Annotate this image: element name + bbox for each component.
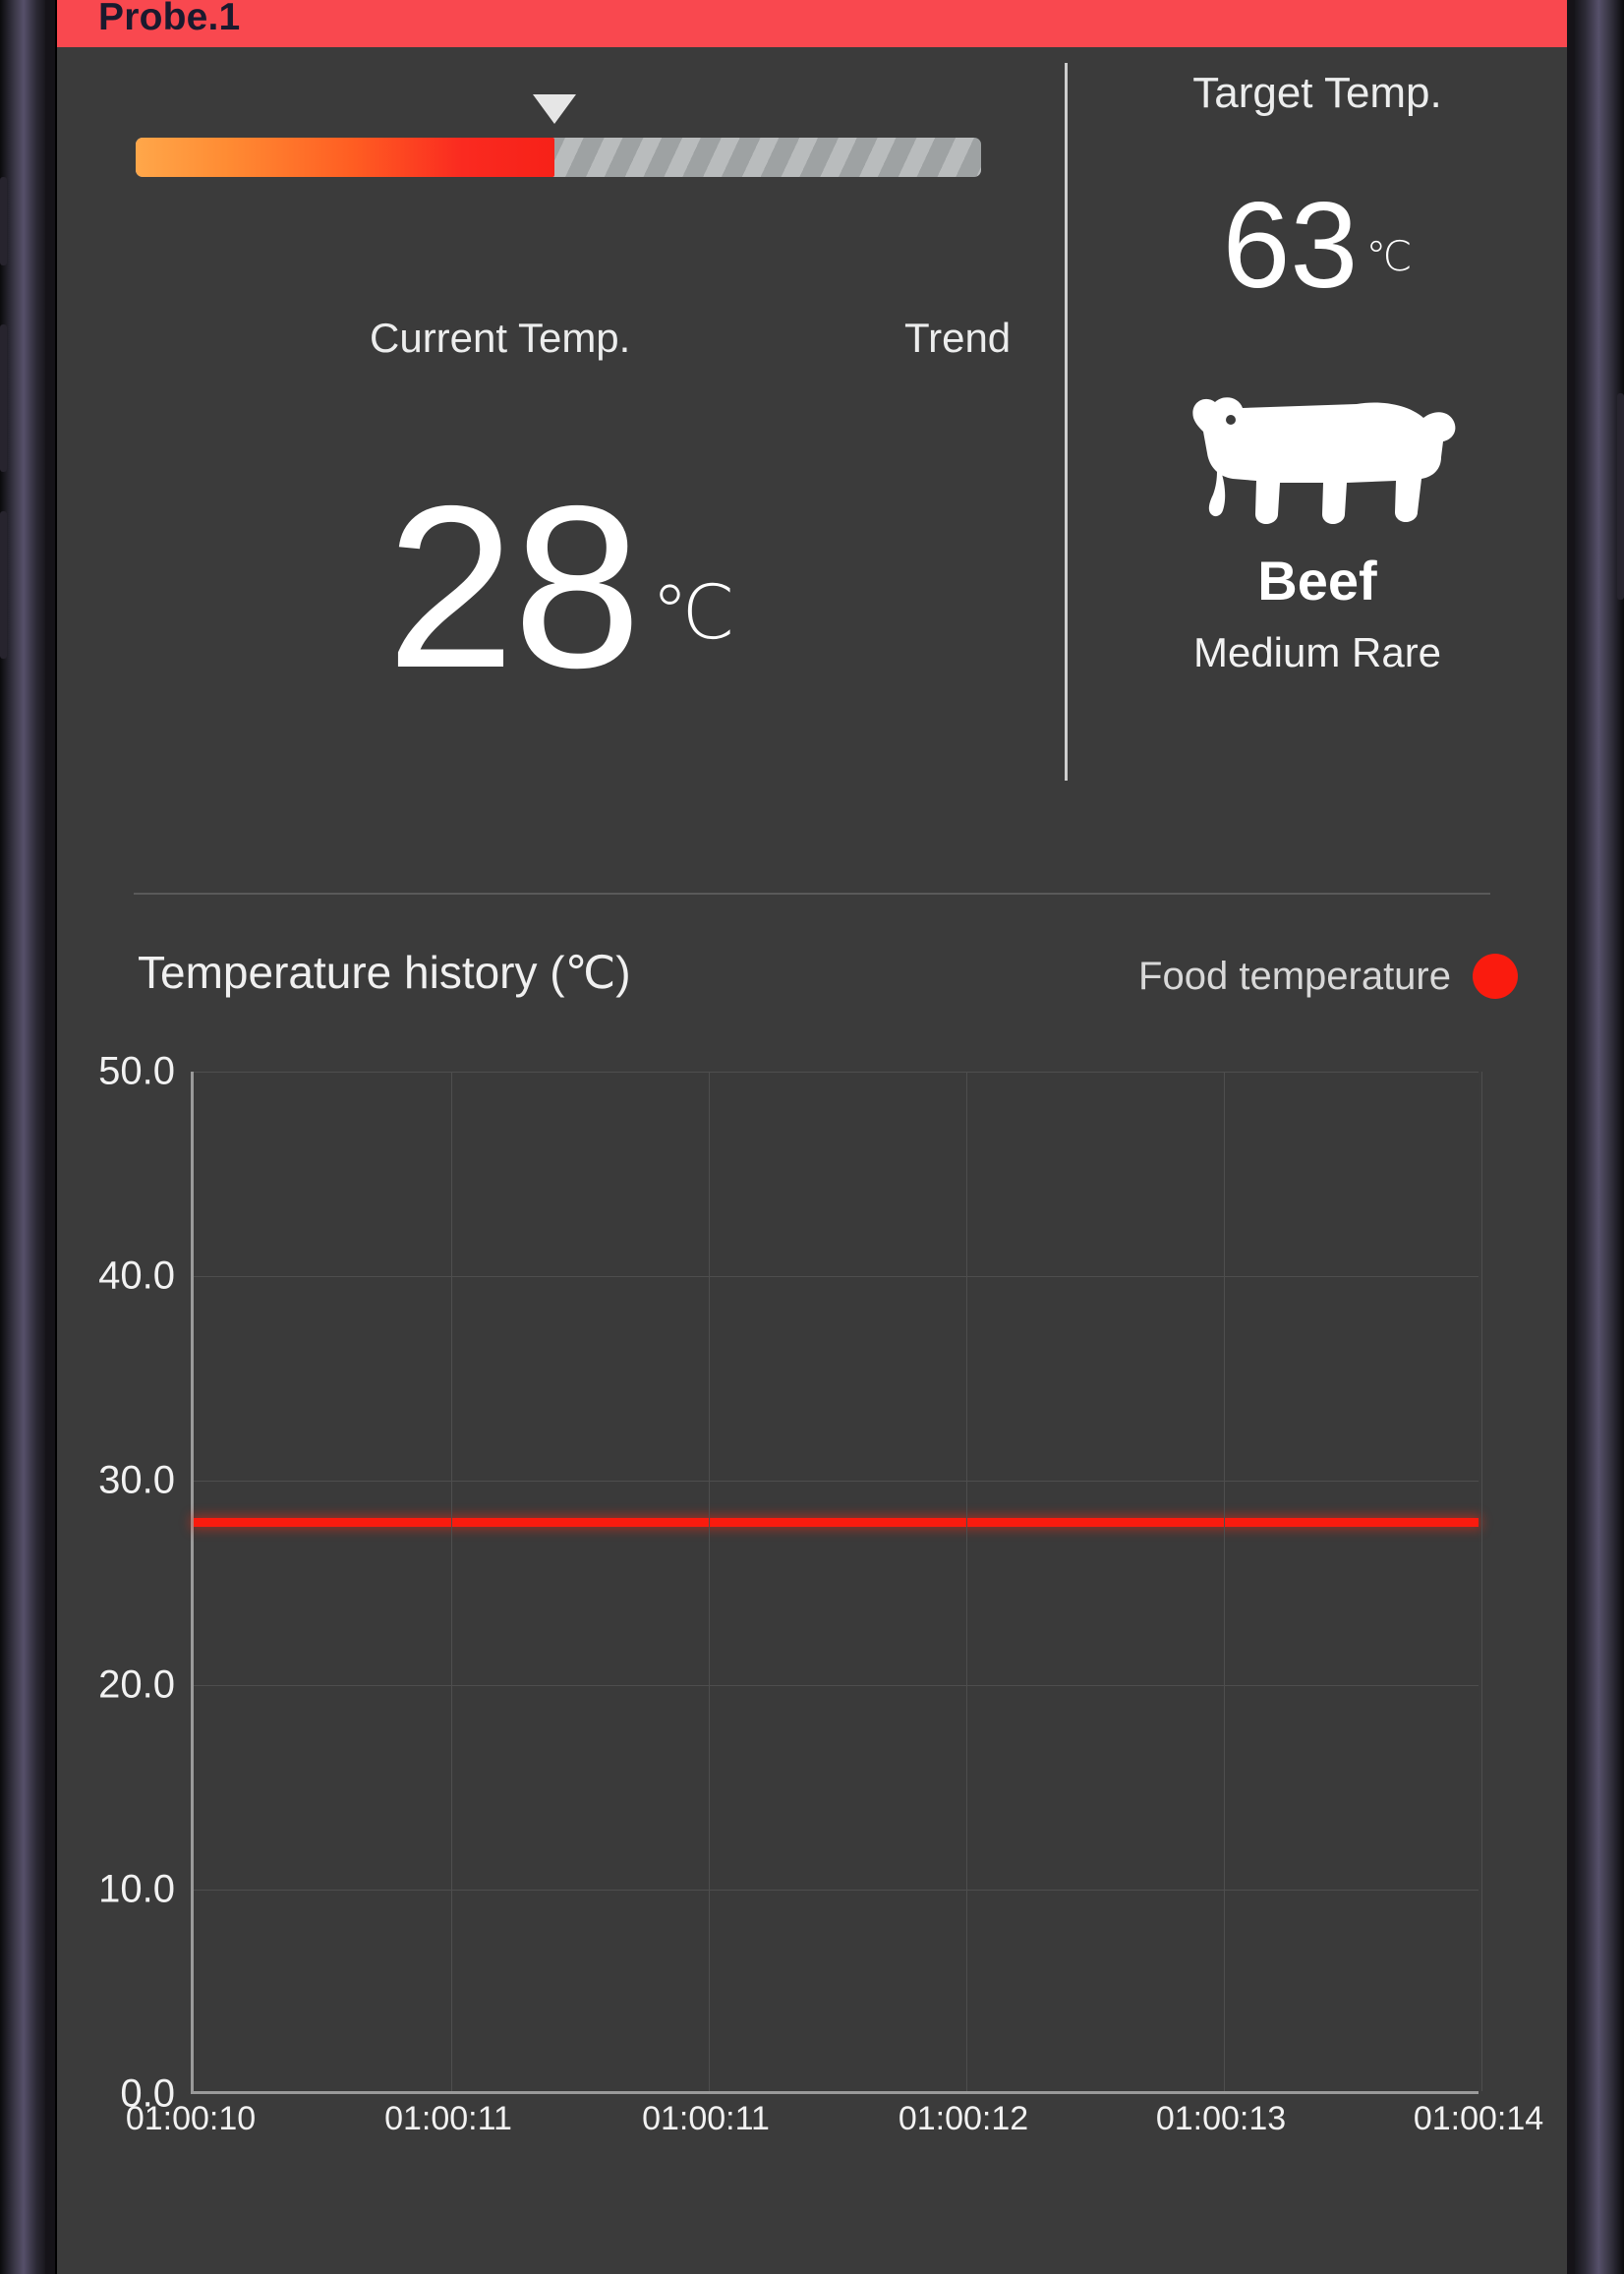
current-temp-unit: ℃ [651,571,735,655]
phone-bezel-right [1569,0,1624,2274]
temperature-progress[interactable] [136,94,981,177]
chart-plot-wrapper: 50.0 40.0 30.0 20.0 10.0 0.0 01:00:10 01:00:11… [57,1050,1567,2261]
chart-legend[interactable]: Food temperature [1138,954,1518,999]
y-axis-tick: 30.0 [98,1458,175,1502]
chart-gridline-horizontal [194,1481,1479,1482]
current-temp-value-block: 28 ℃ [57,431,1065,716]
cow-icon [1068,372,1567,534]
section-divider [134,893,1490,895]
phone-volume-down-button[interactable] [0,511,7,659]
chart-gridline-horizontal [194,1276,1479,1277]
app-screen: Probe.1 Current Temp. Trend 28 ℃ Target … [57,0,1567,2274]
phone-volume-up-button[interactable] [0,324,7,472]
probe-title: Probe.1 [98,0,241,38]
trend-label: Trend [904,315,1012,361]
y-axis-tick: 40.0 [98,1254,175,1298]
food-doneness: Medium Rare [1192,629,1442,675]
x-axis-tick: 01:00:13 [1155,2100,1287,2137]
progress-track [136,138,981,177]
food-name: Beef [1257,550,1377,612]
chart-gridline-vertical [451,1072,452,2091]
chart-gridline-horizontal [194,1890,1479,1891]
y-axis-tick: 20.0 [98,1662,175,1707]
target-temp-column: Target Temp. 63 ℃ Beef Medium Rare [1068,47,1567,879]
chart-gridline-vertical [1481,1072,1482,2091]
legend-dot-icon [1473,954,1518,999]
progress-marker-triangle-icon [532,94,576,124]
current-temp-labels: Current Temp. Trend [57,315,1065,374]
target-temp-unit: ℃ [1365,233,1413,280]
x-axis-tick: 01:00:14 [1413,2100,1544,2137]
target-temp-value: 63 [1222,178,1359,314]
y-axis-tick: 50.0 [98,1049,175,1093]
target-temp-label: Target Temp. [1192,69,1442,117]
phone-power-button[interactable] [1617,393,1624,600]
chart-title: Temperature history (℃) [138,947,631,998]
current-temp-value: 28 [386,456,641,716]
temperature-history-section: Temperature history (℃) Food temperature… [57,914,1567,2274]
target-temp-value-block[interactable]: 63 ℃ [1068,178,1567,314]
chart-x-axis: 01:00:10 01:00:11 01:00:11 01:00:12 01:00:13… [126,2100,1543,2159]
series-line-food-temperature [194,1517,1479,1527]
chart-plot-area[interactable] [191,1072,1482,2094]
x-axis-tick: 01:00:11 [384,2100,512,2137]
phone-bezel-left [0,0,51,2274]
legend-label: Food temperature [1138,954,1451,998]
current-temp-label: Current Temp. [370,315,631,361]
chart-y-axis: 50.0 40.0 30.0 20.0 10.0 0.0 [57,1050,183,2116]
phone-bezel-inner-left [45,0,55,2274]
x-axis-tick: 01:00:10 [125,2100,257,2137]
chart-gridline-vertical [709,1072,710,2091]
x-axis-tick: 01:00:12 [898,2100,1029,2137]
probe-summary-panel: Current Temp. Trend 28 ℃ Target Temp. 63… [57,47,1567,879]
phone-mute-switch[interactable] [0,177,7,265]
phone-frame: Probe.1 Current Temp. Trend 28 ℃ Target … [0,0,1624,2274]
chart-gridline-horizontal [194,1685,1479,1686]
chart-gridline-vertical [966,1072,967,2091]
y-axis-tick: 10.0 [98,1867,175,1911]
chart-gridline-vertical [1224,1072,1225,2091]
chart-gridline-horizontal [194,1072,1479,1073]
x-axis-tick: 01:00:11 [642,2100,770,2137]
progress-fill [136,138,554,177]
probe-header-bar[interactable]: Probe.1 [57,0,1567,47]
current-temp-column: Current Temp. Trend 28 ℃ [57,47,1065,879]
